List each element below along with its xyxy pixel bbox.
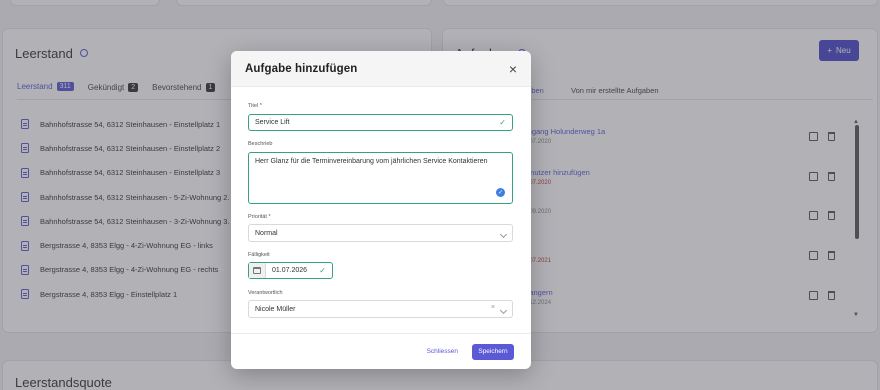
grammar-check-icon[interactable]: ✓ [496, 188, 505, 197]
falligkeit-label: Fälligkeit [248, 252, 270, 258]
verantwortlich-select[interactable]: Nicole Müller × [248, 300, 513, 318]
cancel-button[interactable]: Schliessen [421, 344, 464, 359]
modal-footer: Schliessen Speichern [231, 333, 531, 369]
prioritat-select[interactable]: Normal [248, 224, 513, 242]
beschrieb-label: Beschrieb [248, 141, 273, 147]
titel-input[interactable]: Service Lift ✓ [248, 114, 513, 131]
chevron-down-icon [499, 230, 508, 239]
titel-label: Titel * [248, 103, 262, 109]
close-icon[interactable]: × [509, 62, 517, 76]
check-icon: ✓ [499, 118, 506, 127]
save-button[interactable]: Speichern [472, 343, 514, 360]
calendar-icon [253, 267, 261, 274]
chevron-down-icon [499, 306, 508, 315]
falligkeit-datepicker[interactable]: 01.07.2026 ✓ [248, 262, 333, 279]
calendar-button[interactable] [249, 263, 266, 278]
verantwortlich-label: Verantwortlich [248, 290, 283, 296]
beschrieb-textarea[interactable]: Herr Glanz für die Terminvereinbarung vo… [248, 152, 513, 204]
check-icon: ✓ [319, 266, 326, 275]
add-task-modal: Aufgabe hinzufügen × Titel * Service Lif… [231, 51, 531, 369]
clear-icon[interactable]: × [491, 304, 495, 311]
modal-header: Aufgabe hinzufügen × [231, 51, 531, 87]
modal-title: Aufgabe hinzufügen [245, 62, 358, 75]
prioritat-label: Priorität * [248, 214, 271, 220]
